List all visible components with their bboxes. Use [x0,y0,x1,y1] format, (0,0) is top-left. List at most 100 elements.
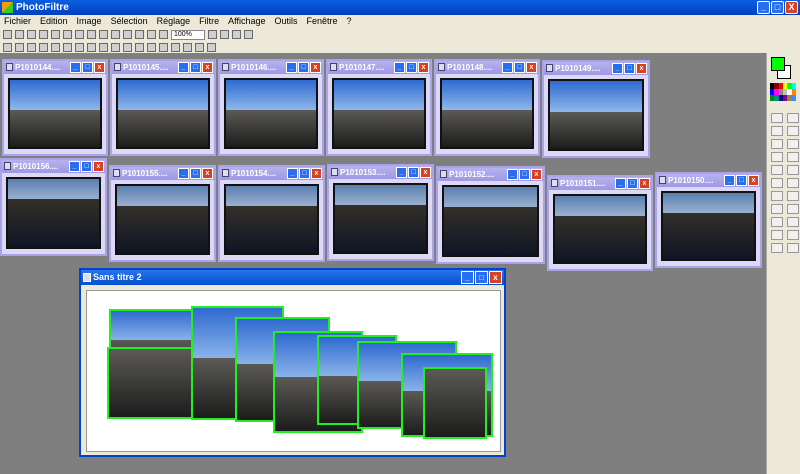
menu-affichage[interactable]: Affichage [228,15,265,28]
sharpen-icon[interactable] [111,43,120,52]
close-button[interactable]: x [531,169,542,180]
scroll-icon[interactable] [787,178,799,188]
minimize-button[interactable]: _ [507,169,518,180]
magic-wand-icon[interactable] [771,126,783,136]
maximize-button[interactable]: □ [736,175,747,186]
maximize-button[interactable]: □ [190,168,201,179]
blur-drop-icon[interactable] [771,165,783,175]
image-window[interactable]: P1010147.... _ □ x [326,59,432,156]
close-button[interactable]: x [93,161,104,172]
minimize-button[interactable]: _ [724,175,735,186]
foreground-color-swatch[interactable] [771,57,785,71]
maximize-button[interactable]: □ [475,271,488,284]
line-icon[interactable] [787,126,799,136]
maximize-button[interactable]: □ [81,161,92,172]
image-window[interactable]: P1010148.... _ □ x [434,59,540,156]
advanced-brush-icon[interactable] [787,152,799,162]
close-button[interactable]: x [94,62,105,73]
close-button[interactable]: x [636,63,647,74]
text-icon[interactable] [135,30,144,39]
minimize-button[interactable]: _ [286,62,297,73]
gamma-icon[interactable] [39,43,48,52]
close-button[interactable]: X [785,1,798,14]
close-button[interactable]: x [418,62,429,73]
print-icon[interactable] [39,30,48,39]
maximize-button[interactable]: □ [514,62,525,73]
maximize-button[interactable]: □ [298,62,309,73]
lasso-icon[interactable] [787,217,799,227]
close-button[interactable]: x [311,168,322,179]
menu-filtre[interactable]: Filtre [199,15,219,28]
brightness-icon[interactable] [27,43,36,52]
maximize-button[interactable]: □ [406,62,417,73]
image-window[interactable]: P1010150.... _ □ x [655,172,762,268]
auto-level-icon[interactable] [3,43,12,52]
menu-fenetre[interactable]: Fenêtre [307,15,338,28]
image-window[interactable]: P1010149.... _ □ x [542,60,650,158]
contrast-icon[interactable] [15,43,24,52]
maximize-button[interactable]: □ [624,63,635,74]
fill-bucket-icon[interactable] [771,139,783,149]
image-window[interactable]: P1010154.... _ □ x [218,165,325,262]
minimize-button[interactable]: _ [615,178,626,189]
maximize-button[interactable]: □ [408,167,419,178]
brush-icon[interactable] [159,30,168,39]
saturation-icon[interactable] [51,43,60,52]
minimize-button[interactable]: _ [394,62,405,73]
maximize-button[interactable]: □ [190,62,201,73]
image-window[interactable]: P1010144.... _ □ x [2,59,108,156]
blur-icon[interactable] [99,43,108,52]
layers-icon[interactable] [207,43,216,52]
minimize-button[interactable]: _ [502,62,513,73]
select-arrow-icon[interactable] [771,113,783,123]
invert-selection-icon[interactable] [787,243,799,253]
menu-image[interactable]: Image [77,15,102,28]
menu-reglage[interactable]: Réglage [157,15,191,28]
frame-icon[interactable] [171,43,180,52]
close-button[interactable]: x [202,62,213,73]
image-window[interactable]: P1010146.... _ □ x [218,59,324,156]
panorama-window[interactable]: Sans titre 2 _ □ x [79,268,506,457]
menu-help[interactable]: ? [347,15,352,28]
image-window[interactable]: P1010145.... _ □ x [110,59,216,156]
rotate-icon[interactable] [135,43,144,52]
close-button[interactable]: x [310,62,321,73]
brush-tool-icon[interactable] [771,152,783,162]
minimize-button[interactable]: _ [69,161,80,172]
minimize-button[interactable]: _ [70,62,81,73]
maximize-button[interactable]: □ [771,1,784,14]
minimize-button[interactable]: _ [178,168,189,179]
maximize-button[interactable]: □ [82,62,93,73]
select-all-icon[interactable] [771,243,783,253]
ellipse-icon[interactable] [787,191,799,201]
menu-edition[interactable]: Edition [40,15,68,28]
paste-icon[interactable] [111,30,120,39]
filter-icon[interactable] [147,30,156,39]
color-palette[interactable] [770,83,796,101]
sepia-icon[interactable] [87,43,96,52]
minimize-button[interactable]: _ [461,271,474,284]
redo-icon[interactable] [75,30,84,39]
close-button[interactable]: x [202,168,213,179]
rounded-rect-icon[interactable] [771,204,783,214]
minimize-button[interactable]: _ [612,63,623,74]
eyedropper-icon[interactable] [787,113,799,123]
zoom-select[interactable]: 100% [171,29,205,40]
diamond-icon[interactable] [787,204,799,214]
canvas-icon[interactable] [159,43,168,52]
hue-icon[interactable] [63,43,72,52]
image-window[interactable]: P1010151.... _ □ x [547,175,653,271]
spray-icon[interactable] [787,139,799,149]
triangle-icon[interactable] [771,217,783,227]
maximize-button[interactable]: □ [519,169,530,180]
grayscale-icon[interactable] [75,43,84,52]
stamp-icon[interactable] [771,178,783,188]
image-window[interactable]: P1010152.... _ □ x [436,166,545,264]
close-button[interactable]: x [420,167,431,178]
minimize-button[interactable]: _ [178,62,189,73]
minimize-button[interactable]: _ [757,1,770,14]
image-window[interactable]: P1010155.... _ □ x [109,165,216,262]
mask-icon[interactable] [183,43,192,52]
crop-icon[interactable] [123,30,132,39]
zoom-out-icon[interactable] [220,30,229,39]
